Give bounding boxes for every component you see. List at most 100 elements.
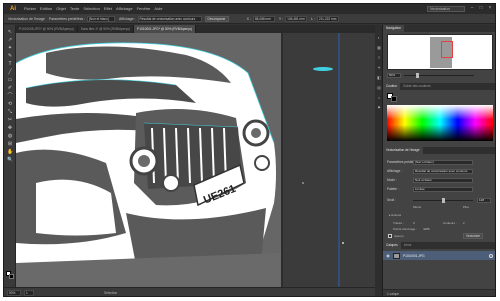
- traced-artwork: UE261: [16, 33, 281, 287]
- preset-label: Paramètres prédéfinis :: [48, 16, 86, 21]
- tab-links[interactable]: Liens: [401, 242, 415, 249]
- menu-fichier[interactable]: Fichier: [24, 4, 36, 14]
- symbol-sprayer-tool-icon[interactable]: ◍: [7, 133, 13, 139]
- trace-mode-select[interactable]: Noir et blanc: [413, 177, 473, 183]
- pasteboard: [283, 33, 375, 287]
- menu-selection[interactable]: Sélection: [83, 4, 99, 14]
- line-tool-icon[interactable]: ╱: [7, 69, 13, 75]
- threshold-slider[interactable]: [413, 198, 473, 203]
- status-tool-label: Sélection: [104, 290, 118, 295]
- color-stroke-swatch[interactable]: [391, 96, 397, 102]
- preview-checkbox[interactable]: [388, 234, 392, 238]
- paths-value: 0: [413, 221, 415, 225]
- type-tool-icon[interactable]: T: [7, 61, 13, 67]
- visibility-eye-icon[interactable]: ◉: [385, 253, 391, 258]
- trace-palette-select[interactable]: Limitée: [413, 186, 473, 192]
- expand-button[interactable]: Décomposer: [204, 15, 229, 22]
- colors-label: Couleurs :: [443, 221, 457, 225]
- gradient-panel-icon[interactable]: ◧: [376, 75, 382, 81]
- preset-select[interactable]: [Noir et blanc]: [87, 15, 116, 22]
- layer-thumbnail: [393, 252, 400, 259]
- tools-panel: ↖ ↗ ✦ ✎ T ╱ ▭ ✐ ⌒ ⟲ ⤡ ✂ ✥ ◍ ⊞ ✋ 🔍: [4, 25, 16, 287]
- direct-selection-tool-icon[interactable]: ↗: [7, 37, 13, 43]
- stroke-panel-icon[interactable]: ≡: [376, 55, 382, 61]
- tab-color[interactable]: Couleur: [383, 83, 401, 90]
- pathfinder-panel-icon[interactable]: ⚑: [376, 105, 382, 111]
- w-field[interactable]: 211,222 mm: [316, 15, 339, 22]
- tab-layers[interactable]: Calques: [383, 242, 401, 249]
- transform-panel-icon[interactable]: ⌂: [376, 95, 382, 101]
- close-button[interactable]: ×: [487, 5, 493, 11]
- threshold-slider-handle[interactable]: [442, 198, 445, 203]
- rotate-tool-icon[interactable]: ⟲: [7, 101, 13, 107]
- zoom-level-field[interactable]: 50%: [7, 289, 21, 296]
- menu-aide[interactable]: Aide: [154, 4, 162, 14]
- blob-brush-tool-icon[interactable]: ⌒: [7, 93, 13, 99]
- trace-preset-select[interactable]: [Noir et blanc]: [413, 159, 473, 165]
- app-logo: Ai: [6, 4, 20, 14]
- layers-panel-header: Calques Liens: [383, 242, 495, 249]
- swatches-panel-icon[interactable]: ▦: [376, 45, 382, 51]
- selection-tool-icon[interactable]: ↖: [7, 29, 13, 35]
- x-label: X :: [246, 16, 251, 21]
- menu-effet[interactable]: Effet: [104, 4, 112, 14]
- tab-doc-2[interactable]: Sans titre-1* @ 50% (RVB/Aperçu): [78, 25, 135, 33]
- layer-row[interactable]: ◉ P1010001.JPG: [383, 251, 495, 260]
- tab-color-guide[interactable]: Guide des couleurs: [400, 83, 433, 90]
- color-spectrum[interactable]: [387, 105, 493, 141]
- workspace-switcher[interactable]: Vectorisation: [427, 6, 465, 12]
- stroke-color-swatch[interactable]: [9, 274, 14, 279]
- pen-tool-icon[interactable]: ✎: [7, 53, 13, 59]
- threshold-field[interactable]: 128: [477, 197, 491, 203]
- maximize-button[interactable]: □: [478, 5, 484, 11]
- graph-tool-icon[interactable]: ⊞: [7, 141, 13, 147]
- free-transform-tool-icon[interactable]: ✥: [7, 125, 13, 131]
- align-panel-icon[interactable]: ▤: [376, 85, 382, 91]
- trace-view-label: Affichage :: [387, 169, 403, 173]
- scissors-tool-icon[interactable]: ✂: [7, 117, 13, 123]
- slider-min-label: Moins: [413, 205, 422, 209]
- menu-affichage[interactable]: Affichage: [116, 4, 133, 14]
- minimize-button[interactable]: –: [469, 5, 475, 11]
- menu-edition[interactable]: Edition: [40, 4, 52, 14]
- view-select[interactable]: Résultat de vectorisation avec contours: [137, 15, 202, 22]
- zoom-tool-icon[interactable]: 🔍: [7, 157, 13, 163]
- document-canvas[interactable]: UE261: [16, 33, 375, 287]
- trace-view-select[interactable]: Résultat de vectorisation avec contours: [413, 168, 473, 174]
- tab-doc-3[interactable]: P1010001.JPG* @ 50% (RVB/Aperçu): [134, 25, 196, 33]
- preview-label: Aperçu: [394, 234, 404, 238]
- y-field[interactable]: 106,481 mm: [285, 15, 308, 22]
- appearance-panel-icon[interactable]: ◐: [376, 35, 382, 41]
- navigator-preview[interactable]: [387, 34, 493, 70]
- symbols-panel-icon[interactable]: ✶: [376, 65, 382, 71]
- menu-texte[interactable]: Texte: [70, 4, 80, 14]
- scale-tool-icon[interactable]: ⤡: [7, 109, 13, 115]
- trace-button[interactable]: Vectoriser: [463, 233, 484, 239]
- layer-target-icon[interactable]: [489, 253, 493, 258]
- advanced-toggle[interactable]: ▸ Avancé: [389, 213, 401, 217]
- app-window: Ai Fichier Edition Objet Texte Sélection…: [3, 3, 496, 297]
- navigator-zoom-field[interactable]: 50%: [387, 72, 401, 78]
- trace-palette-label: Palette :: [387, 187, 399, 191]
- layers-footer: 1 calque: [383, 289, 495, 296]
- right-panels: Navigation 50% Couleur Guide des couleur…: [383, 25, 495, 296]
- anchors-label: Points d'ancrage :: [393, 227, 417, 231]
- magic-wand-tool-icon[interactable]: ✦: [7, 45, 13, 51]
- tab-navigator[interactable]: Navigation: [383, 25, 405, 32]
- zoom-slider-handle[interactable]: [416, 72, 419, 78]
- view-label: Affichage :: [119, 16, 136, 21]
- tab-doc-1[interactable]: P1010005.JPG* @ 50% (RVB/Aperçu): [16, 25, 78, 33]
- trace-preset-label: Paramètres prédéfinis :: [387, 160, 420, 164]
- control-bar: Vectorisation de l'image Paramètres préd…: [4, 14, 495, 24]
- menu-fenetre[interactable]: Fenêtre: [137, 4, 151, 14]
- tab-image-trace[interactable]: Vectorisation de l'image: [383, 147, 423, 154]
- navigator-view-box[interactable]: [441, 41, 453, 58]
- hand-tool-icon[interactable]: ✋: [7, 149, 13, 155]
- x-field[interactable]: 88,088 mm: [252, 15, 275, 22]
- artboard-number-field[interactable]: 1: [24, 289, 34, 296]
- menu-objet[interactable]: Objet: [56, 4, 66, 14]
- menu-bar: Ai Fichier Edition Objet Texte Sélection…: [4, 4, 495, 14]
- pencil-tool-icon[interactable]: ✐: [7, 85, 13, 91]
- rectangle-tool-icon[interactable]: ▭: [7, 77, 13, 83]
- navigator-zoom-slider[interactable]: [404, 72, 474, 78]
